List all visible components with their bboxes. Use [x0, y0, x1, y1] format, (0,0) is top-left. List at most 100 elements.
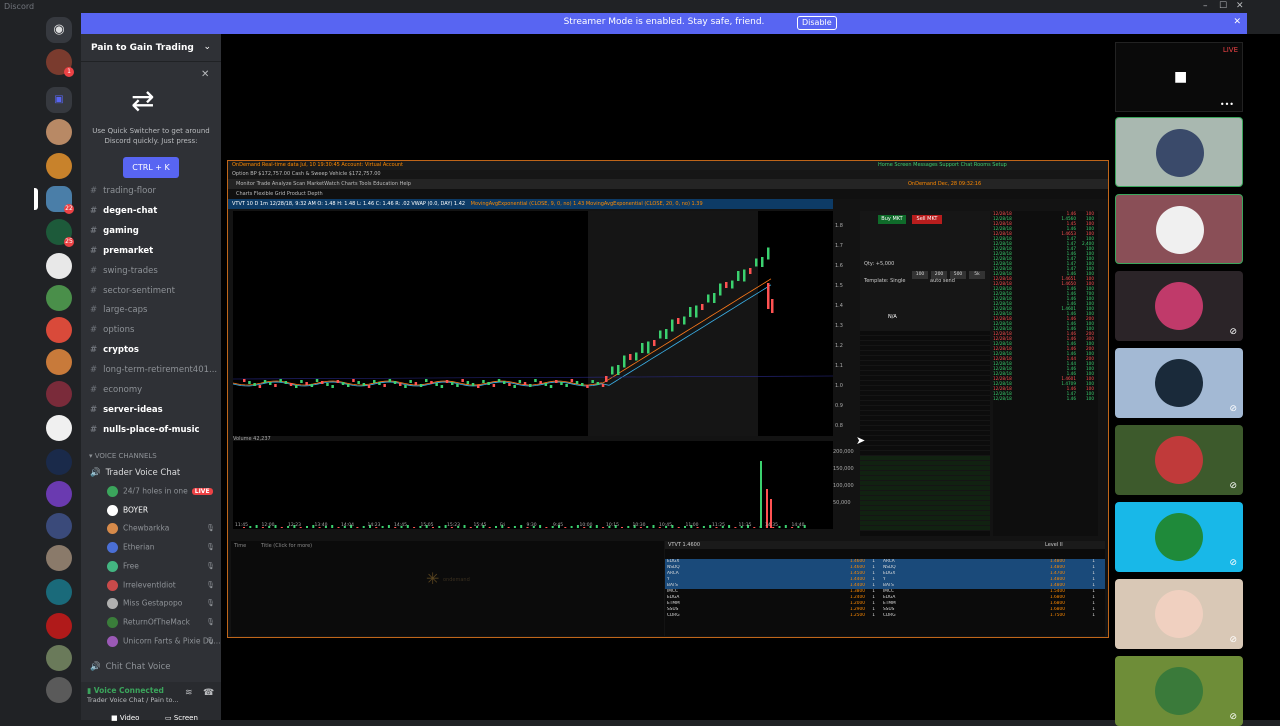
- channel-item[interactable]: # trading-floor: [90, 186, 156, 200]
- discord-home-icon[interactable]: ◉: [46, 17, 72, 43]
- candle: [357, 381, 360, 384]
- volume-chart[interactable]: [233, 441, 833, 529]
- participant-tile[interactable]: ⊘: [1115, 656, 1243, 726]
- voice-user[interactable]: Etherian 🎙: [107, 542, 215, 556]
- voice-user[interactable]: Unicorn Farts & Pixie Du... 🎙: [107, 635, 221, 650]
- quick-switcher-shortcut-button[interactable]: CTRL + K: [123, 157, 179, 178]
- channel-item[interactable]: # cryptos: [90, 345, 139, 359]
- auto-send-checkbox[interactable]: auto send: [930, 278, 955, 284]
- voice-user[interactable]: Free 🎙: [107, 560, 215, 575]
- candle: [659, 330, 662, 339]
- server-icon[interactable]: [46, 545, 72, 571]
- channel-item[interactable]: # large-caps: [90, 305, 147, 319]
- channel-item[interactable]: # nulls-place-of-music: [90, 425, 200, 439]
- channel-item[interactable]: # long-term-retirement401...: [90, 365, 217, 379]
- server-header[interactable]: Pain to Gain Trading ⌄: [81, 34, 221, 62]
- server-icon[interactable]: [46, 613, 72, 639]
- disconnect-icon[interactable]: ☎: [203, 688, 214, 698]
- quick-switcher-close-icon[interactable]: ✕: [201, 69, 209, 80]
- minimize-icon[interactable]: –: [1203, 1, 1208, 11]
- voice-channels-category[interactable]: ▾ VOICE CHANNELS: [89, 452, 157, 460]
- live-stream-preview[interactable]: LIVE ■ •••: [1115, 42, 1243, 112]
- voice-connected-channel[interactable]: Trader Voice Chat / Pain to...: [87, 696, 179, 704]
- channel-item[interactable]: # sector-sentiment: [90, 286, 175, 300]
- tos-subtabs[interactable]: Charts Flexible Grid Product Depth: [228, 189, 1108, 199]
- server-icon[interactable]: [46, 153, 72, 179]
- candle: [767, 283, 770, 309]
- voice-user[interactable]: IrreleventIdiot 🎙: [107, 579, 215, 594]
- buy-mkt-button[interactable]: Buy MKT: [878, 215, 906, 224]
- participant-tile[interactable]: ⊘: [1115, 425, 1243, 495]
- candle: [393, 381, 397, 384]
- maximize-icon[interactable]: ☐: [1219, 1, 1227, 11]
- participant-tile[interactable]: [1115, 194, 1243, 264]
- screen-share-button[interactable]: ▭ Screen: [165, 714, 198, 722]
- server-icon[interactable]: [46, 285, 72, 311]
- noise-suppression-icon[interactable]: ≋: [185, 688, 193, 698]
- voice-user[interactable]: 24/7 holes in one LIVE: [107, 486, 215, 500]
- muted-mic-icon: ⊘: [1229, 558, 1237, 568]
- candle: [482, 380, 485, 383]
- server-icon[interactable]: [46, 677, 72, 703]
- voice-user[interactable]: ReturnOfTheMack 🎙: [107, 616, 215, 631]
- video-button[interactable]: ■ Video: [111, 714, 139, 722]
- candle: [336, 380, 340, 383]
- candle: [581, 383, 584, 386]
- server-icon[interactable]: [46, 119, 72, 145]
- server-icon[interactable]: [46, 253, 72, 279]
- sell-mkt-button[interactable]: Sell MKT: [912, 215, 942, 224]
- time-tick-label: 11:00: [685, 523, 699, 528]
- voice-user[interactable]: BOYER: [107, 504, 215, 519]
- price-chart[interactable]: [232, 211, 834, 436]
- server-icon[interactable]: [46, 645, 72, 671]
- close-window-icon[interactable]: ✕: [1236, 1, 1244, 11]
- participant-tile[interactable]: ⊘: [1115, 502, 1243, 572]
- template-select[interactable]: Template: Single: [864, 278, 905, 284]
- voice-channel-chitchat[interactable]: 🔊 Chit Chat Voice: [90, 662, 171, 672]
- participant-tile[interactable]: [1115, 117, 1243, 187]
- channel-item[interactable]: # server-ideas: [90, 405, 163, 419]
- server-icon[interactable]: [46, 579, 72, 605]
- channel-item[interactable]: # premarket: [90, 246, 153, 260]
- price-tick-label: 1.4: [835, 303, 843, 309]
- server-name: Pain to Gain Trading: [91, 43, 194, 53]
- disable-streamer-mode-button[interactable]: Disable: [797, 16, 837, 30]
- level-ii-cell: CDRG: [667, 613, 680, 618]
- voice-user[interactable]: Miss Gestapopo 🎙: [107, 598, 215, 612]
- voice-user[interactable]: Chewbarkka 🎙: [107, 523, 215, 537]
- quick-switcher-text: Use Quick Switcher to get around Discord…: [92, 127, 210, 145]
- participant-tile[interactable]: ⊘: [1115, 579, 1243, 649]
- active-server-icon[interactable]: 22: [46, 186, 74, 214]
- price-ladder[interactable]: [860, 331, 990, 536]
- qty-buttons: 100 200 500 5k: [912, 260, 988, 279]
- ladder-row[interactable]: [860, 526, 990, 531]
- voice-channel-trader[interactable]: 🔊 Trader Voice Chat: [90, 468, 180, 478]
- channel-item[interactable]: # degen-chat: [90, 206, 157, 220]
- channel-item[interactable]: # economy: [90, 385, 142, 399]
- qty-field[interactable]: Qty: +5,000: [864, 261, 894, 267]
- channel-item[interactable]: # gaming: [90, 226, 139, 240]
- qty-preset-button[interactable]: 5k: [969, 271, 985, 279]
- server-icon[interactable]: [46, 513, 72, 539]
- server-icon[interactable]: [46, 381, 72, 407]
- participant-tile[interactable]: ⊘: [1115, 271, 1243, 341]
- server-icon[interactable]: 25: [46, 219, 74, 247]
- qty-preset-button[interactable]: 100: [912, 271, 928, 279]
- channel-item[interactable]: # swing-trades: [90, 266, 158, 280]
- avatar: [1155, 590, 1203, 638]
- server-icon[interactable]: [46, 317, 72, 343]
- more-options-icon[interactable]: •••: [1220, 100, 1234, 109]
- server-icon[interactable]: [46, 349, 72, 375]
- server-icon[interactable]: [46, 481, 72, 507]
- channel-item[interactable]: # options: [90, 325, 134, 339]
- candle: [253, 383, 256, 386]
- price-tick-label: 0.9: [835, 403, 843, 409]
- tos-main-menu[interactable]: Monitor Trade Analyze Scan MarketWatch C…: [228, 179, 1108, 189]
- banner-close-icon[interactable]: ✕: [1233, 17, 1241, 27]
- server-icon[interactable]: 1: [46, 49, 74, 77]
- dms-folder-icon[interactable]: ▣: [46, 87, 72, 113]
- server-icon[interactable]: [46, 415, 72, 441]
- server-icon[interactable]: [46, 449, 72, 475]
- participant-tile[interactable]: ⊘: [1115, 348, 1243, 418]
- candle: [743, 269, 746, 282]
